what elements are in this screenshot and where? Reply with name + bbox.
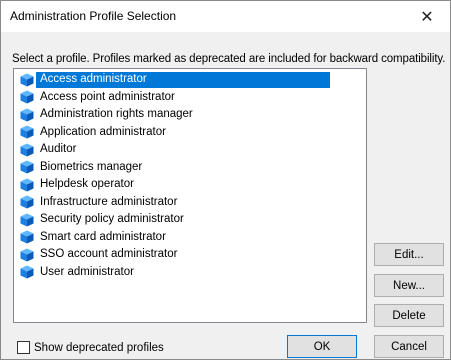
profile-item[interactable]: Smart card administrator: [14, 229, 366, 247]
profile-item-label: Infrastructure administrator: [40, 195, 178, 208]
profile-item[interactable]: Infrastructure administrator: [14, 194, 366, 212]
title-bar: Administration Profile Selection ✕: [1, 1, 450, 32]
profile-cube-icon: [20, 213, 34, 227]
profile-cube-icon: [20, 265, 34, 279]
profile-item[interactable]: User administrator: [14, 264, 366, 282]
profile-cube-icon: [20, 230, 34, 244]
profile-item-label: Security policy administrator: [40, 213, 184, 226]
instructions-text: Select a profile. Profiles marked as dep…: [12, 53, 446, 65]
profile-item-label: Administration rights manager: [40, 108, 193, 121]
profile-cube-icon: [20, 160, 34, 174]
profile-item[interactable]: SSO account administrator: [14, 246, 366, 264]
profile-item[interactable]: Security policy administrator: [14, 211, 366, 229]
profile-item-label: SSO account administrator: [40, 248, 178, 261]
profile-item[interactable]: Biometrics manager: [14, 159, 366, 177]
profile-item-label: Biometrics manager: [40, 160, 143, 173]
show-deprecated-label: Show deprecated profiles: [34, 341, 164, 354]
close-icon[interactable]: ✕: [404, 1, 450, 32]
ok-button[interactable]: OK: [287, 335, 357, 358]
profile-item-label: User administrator: [40, 265, 134, 278]
profile-cube-icon: [20, 178, 34, 192]
edit-button[interactable]: Edit...: [374, 243, 444, 266]
profile-item-label: Access administrator: [38, 72, 149, 88]
new-button[interactable]: New...: [374, 274, 444, 297]
profile-cube-icon: [20, 143, 34, 157]
profile-item-label: Auditor: [40, 143, 77, 156]
profile-cube-icon: [20, 248, 34, 262]
profile-list: Access administrator Access point adminis…: [14, 69, 366, 281]
profile-cube-icon: [20, 108, 34, 122]
profile-item[interactable]: Access point administrator: [14, 89, 366, 107]
profile-item-label: Helpdesk operator: [40, 178, 134, 191]
window-title: Administration Profile Selection: [10, 9, 177, 23]
profile-item[interactable]: Administration rights manager: [14, 106, 366, 124]
cancel-button[interactable]: Cancel: [374, 335, 444, 358]
profile-item[interactable]: Access administrator: [14, 71, 366, 89]
profile-item[interactable]: Application administrator: [14, 124, 366, 142]
delete-button[interactable]: Delete: [374, 304, 444, 327]
profile-cube-icon: [20, 125, 34, 139]
show-deprecated-checkbox[interactable]: [17, 341, 30, 354]
profile-item-label: Access point administrator: [40, 90, 175, 103]
profile-listbox[interactable]: Access administrator Access point adminis…: [13, 68, 367, 323]
profile-cube-icon: [20, 73, 34, 87]
profile-item[interactable]: Helpdesk operator: [14, 176, 366, 194]
profile-item-label: Smart card administrator: [40, 230, 166, 243]
profile-selection-dialog: Administration Profile Selection ✕ Selec…: [0, 0, 451, 360]
profile-cube-icon: [20, 90, 34, 104]
profile-item[interactable]: Auditor: [14, 141, 366, 159]
profile-cube-icon: [20, 195, 34, 209]
profile-item-label: Application administrator: [40, 125, 166, 138]
show-deprecated-row[interactable]: Show deprecated profiles: [17, 341, 164, 354]
